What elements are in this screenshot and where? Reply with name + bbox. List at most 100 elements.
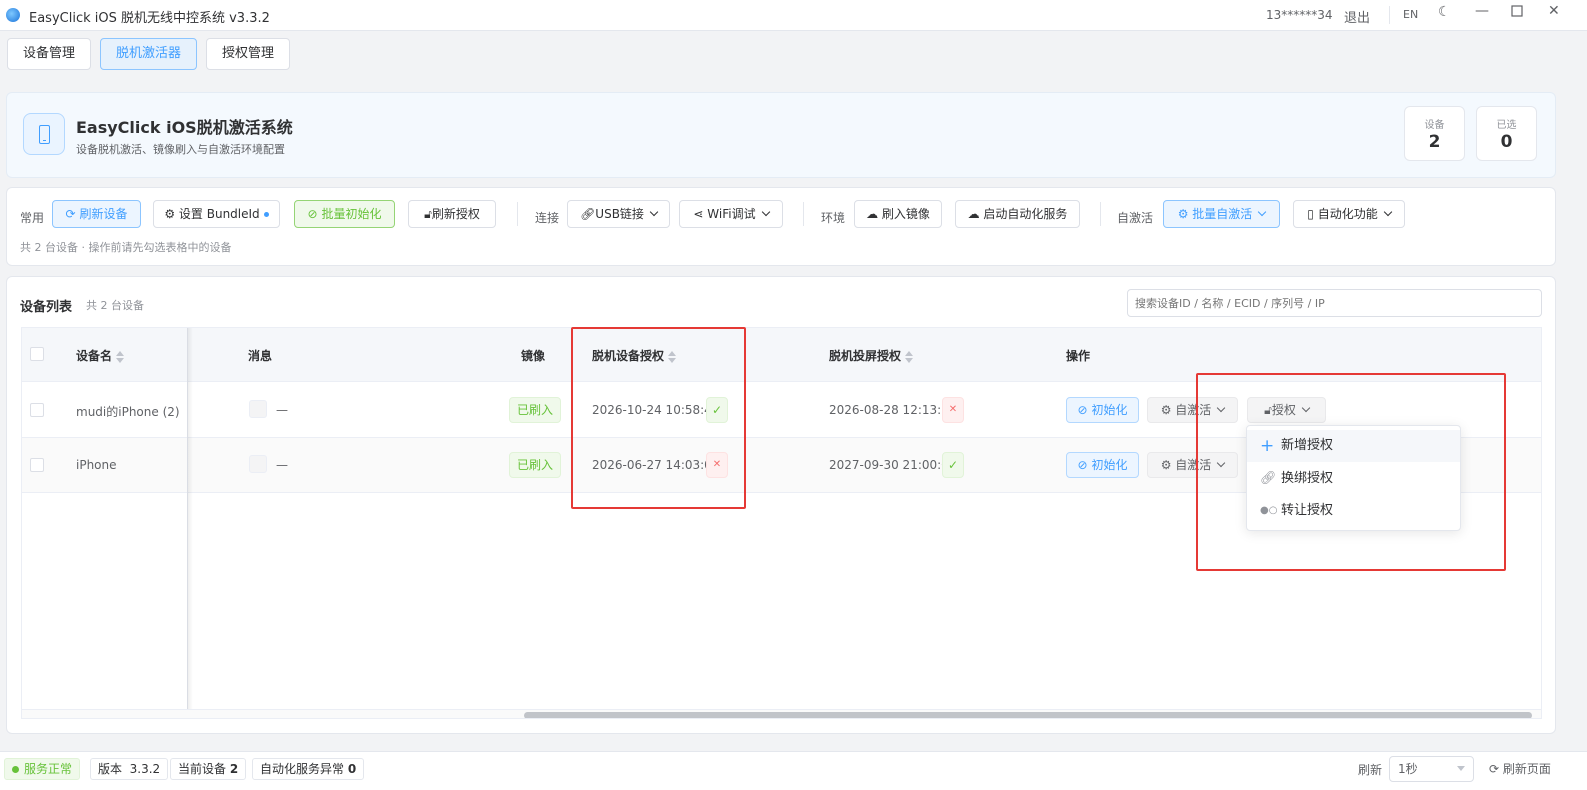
check-circle-icon: ⊘ (307, 207, 318, 221)
gear-icon: ⚙ (1160, 403, 1172, 417)
init-button[interactable]: ⊘ 初始化 (1066, 397, 1139, 423)
refresh-interval-select[interactable]: 1秒 (1389, 756, 1474, 782)
column-header-image: 镜像 (521, 349, 546, 363)
device-search-input[interactable] (1127, 289, 1542, 317)
scrollbar-thumb[interactable] (524, 712, 1532, 718)
minimize-icon[interactable]: — (1475, 3, 1489, 19)
version-value: 3.3.2 (129, 762, 161, 776)
automation-functions-dropdown[interactable]: ▯ 自动化功能 (1293, 200, 1405, 228)
link-icon: 🔗︎ (1260, 471, 1277, 486)
button-label: 刷新授权 (431, 207, 480, 221)
fixed-column-shadow (187, 328, 193, 718)
batch-self-activate-dropdown[interactable]: ⚙ 批量自激活 (1163, 200, 1280, 228)
divider (517, 202, 518, 226)
status-dot (263, 212, 269, 217)
automation-error-badge: 自动化服务异常 0 (252, 758, 365, 780)
chevron-down-icon (649, 207, 659, 217)
refresh-page-button[interactable]: ⟳ 刷新页面 (1489, 760, 1551, 777)
usb-connect-dropdown[interactable]: 🔗︎USB链接 (567, 200, 670, 228)
stat-value: 0 (1500, 132, 1513, 152)
start-automation-service-button[interactable]: ☁ 启动自动化服务 (955, 200, 1080, 228)
image-status-badge: 已刷入 (509, 397, 561, 423)
current-device-value: 2 (229, 762, 239, 776)
group-label-self-activate: 自激活 (1117, 211, 1154, 225)
cloud-upload-icon: ☁ (866, 207, 879, 221)
menu-item-rebind-auth[interactable]: 🔗︎ 换绑授权 (1247, 463, 1460, 495)
menu-item-add-auth[interactable]: + 新增授权 (1247, 430, 1460, 462)
current-device-badge: 当前设备 2 (170, 758, 247, 780)
column-header-screen-auth[interactable]: 脱机投屏授权 (829, 347, 914, 364)
cross-icon: ✕ (942, 397, 964, 423)
column-header-actions: 操作 (1066, 349, 1091, 363)
stat-label: 已选 (1496, 120, 1517, 131)
top-tabs: 设备管理 脱机激活器 授权管理 (0, 31, 1587, 79)
button-label: 批量自激活 (1192, 207, 1253, 221)
phone-icon (23, 113, 65, 155)
stat-value: 2 (1428, 132, 1441, 152)
status-bar: 服务正常 版本 3.3.2 当前设备 2 自动化服务异常 0 刷新 1秒 ⟳ 刷… (0, 751, 1587, 790)
share-icon: ⋖ (693, 207, 704, 221)
button-label: 启动自动化服务 (983, 207, 1068, 221)
tab-device-management[interactable]: 设备管理 (7, 38, 91, 70)
app-title: EasyClick iOS 脱机无线中控系统 v3.3.2 (29, 11, 270, 26)
screen-auth-date: 2026-08-28 12:13:16 (829, 403, 957, 417)
screen-auth-date: 2027-09-30 21:00:08 (829, 458, 957, 472)
user-account: 13******34 (1266, 8, 1333, 22)
group-label-connect: 连接 (535, 211, 560, 225)
divider (1100, 202, 1101, 226)
status-label: 服务正常 (24, 762, 73, 776)
menu-item-transfer-auth[interactable]: ●○ 转让授权 (1247, 495, 1460, 527)
status-dot (12, 766, 19, 773)
device-list-count: 共 2 台设备 (86, 299, 144, 312)
stat-label: 设备 (1424, 120, 1445, 131)
image-status-badge: 已刷入 (509, 452, 561, 478)
horizontal-scrollbar[interactable] (22, 709, 1541, 718)
app-logo-icon (6, 8, 20, 22)
close-icon[interactable]: ✕ (1548, 3, 1560, 19)
stat-selected: 已选 0 (1476, 106, 1537, 161)
check-icon: ✓ (942, 452, 964, 478)
init-button[interactable]: ⊘ 初始化 (1066, 452, 1139, 478)
refresh-auth-button[interactable]: 🔓︎刷新授权 (408, 200, 496, 228)
batch-init-button[interactable]: ⊘ 批量初始化 (294, 200, 395, 228)
plus-icon: + (1260, 436, 1275, 456)
unlock-icon: 🔓︎ (424, 207, 432, 221)
caret-down-icon (1457, 766, 1465, 771)
device-list-title: 设备列表 (20, 300, 73, 315)
automation-error-label: 自动化服务异常 (260, 762, 345, 776)
language-toggle[interactable]: EN (1403, 8, 1418, 21)
tab-offline-activator[interactable]: 脱机激活器 (100, 38, 197, 70)
auth-dropdown-menu: + 新增授权 🔗︎ 换绑授权 ●○ 转让授权 (1246, 425, 1461, 531)
fixed-column-divider (22, 328, 188, 718)
refresh-icon: ⟳ (65, 207, 76, 221)
column-label: 脱机投屏授权 (829, 349, 902, 363)
version-label: 版本 (98, 762, 123, 776)
divider (1389, 6, 1390, 24)
menu-item-label: 转让授权 (1281, 503, 1334, 518)
flash-image-button[interactable]: ☁ 刷入镜像 (854, 200, 942, 228)
button-label: 刷新页面 (1502, 762, 1551, 776)
device-message: — (276, 458, 288, 472)
page-title: EasyClick iOS脱机激活系统 (76, 118, 293, 137)
logout-link[interactable]: 退出 (1344, 7, 1370, 26)
wifi-debug-dropdown[interactable]: ⋖ WiFi调试 (679, 200, 783, 228)
group-label-env: 环境 (821, 211, 846, 225)
moon-icon[interactable]: ☾ (1438, 4, 1451, 20)
button-label: USB链接 (595, 207, 644, 221)
tab-auth-management[interactable]: 授权管理 (206, 38, 290, 70)
divider (803, 202, 804, 226)
refresh-device-button[interactable]: ⟳ 刷新设备 (52, 200, 141, 228)
set-bundleid-button[interactable]: ⚙ 设置 BundleId (153, 200, 280, 228)
device-message: — (276, 403, 288, 417)
sort-icon[interactable] (905, 350, 914, 363)
maximize-icon[interactable] (1511, 5, 1523, 21)
service-status-badge: 服务正常 (4, 758, 81, 780)
message-icon (249, 400, 267, 418)
transfer-icon: ●○ (1260, 505, 1278, 516)
check-circle-icon: ⊘ (1077, 403, 1088, 417)
mobile-icon: ▯ (1307, 207, 1314, 221)
button-label: 刷新设备 (79, 207, 128, 221)
gear-icon: ⚙ (1160, 458, 1172, 472)
highlight-box-device-auth (571, 327, 746, 509)
cloud-icon: ☁ (967, 207, 980, 221)
